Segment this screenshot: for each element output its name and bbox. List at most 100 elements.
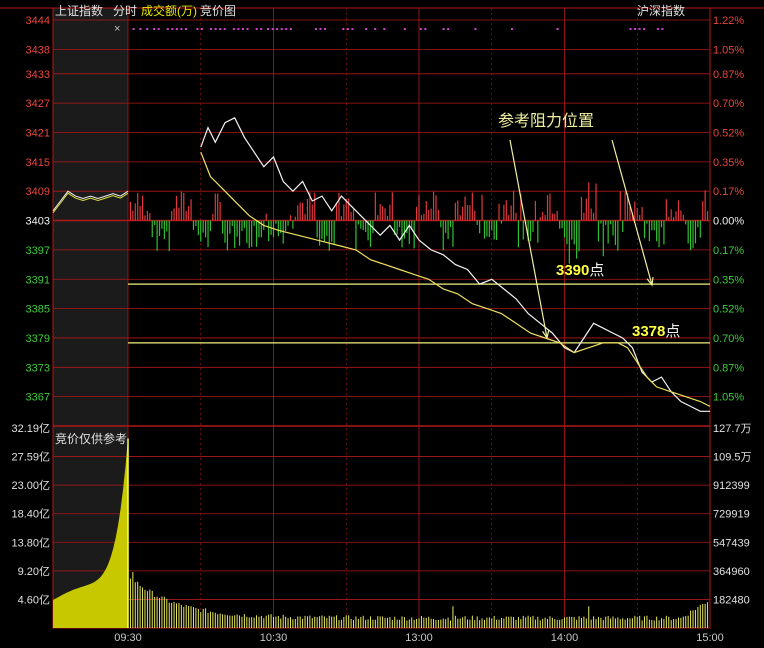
event-mark <box>285 28 288 30</box>
pct-tick-label: 0.17% <box>713 186 744 198</box>
volume-tick-right: 109.5万 <box>713 452 752 464</box>
event-mark <box>180 28 183 30</box>
price-tick-label: 3379 <box>26 333 50 345</box>
pct-tick-label: 0.52% <box>713 304 744 316</box>
level-3378-label: 3378点 <box>632 320 680 341</box>
event-mark <box>153 28 156 30</box>
event-mark <box>146 28 149 30</box>
event-mark <box>219 28 222 30</box>
pct-tick-label: 0.35% <box>713 274 744 286</box>
price-tick-label: 3397 <box>26 245 50 257</box>
volume-tick-left: 13.80亿 <box>11 536 50 549</box>
event-mark <box>556 28 559 30</box>
event-mark <box>280 28 283 30</box>
event-mark <box>200 28 203 30</box>
pct-tick-label: 0.00% <box>713 216 744 228</box>
price-tick-label: 3433 <box>26 69 50 81</box>
pct-tick-label: 0.17% <box>713 245 744 257</box>
event-mark <box>271 28 274 30</box>
event-mark <box>276 28 279 30</box>
pct-tick-label: 1.22% <box>713 15 744 27</box>
event-mark <box>214 28 217 30</box>
volume-tick-left: 4.60亿 <box>18 593 50 606</box>
event-mark <box>634 28 637 30</box>
volume-tick-right: 729919 <box>713 509 750 521</box>
event-mark <box>260 28 263 30</box>
price-tick-label: 3367 <box>26 392 50 404</box>
level-3390-unit: 点 <box>589 262 605 279</box>
event-mark <box>419 28 422 30</box>
event-mark <box>314 28 317 30</box>
volume-tick-right: 364960 <box>713 566 750 578</box>
market-selector[interactable]: 沪深指数 <box>637 2 685 19</box>
volume-tick-left: 27.59亿 <box>11 451 50 464</box>
event-mark <box>656 28 659 30</box>
time-tick-label: 14:00 <box>551 632 579 644</box>
volume-tick-left: 9.20亿 <box>18 565 50 578</box>
volume-tick-left: 23.00亿 <box>11 479 50 492</box>
event-mark <box>223 28 226 30</box>
price-tick-label: 3444 <box>26 15 50 27</box>
tab-timeshare[interactable]: 分时 <box>113 2 137 19</box>
event-mark <box>166 28 169 30</box>
event-mark <box>319 28 322 30</box>
pct-tick-label: 0.87% <box>713 69 744 81</box>
volume-tick-right: 912399 <box>713 480 750 492</box>
event-mark <box>289 28 292 30</box>
volume-tick-right: 547439 <box>713 537 750 549</box>
time-tick-label: 10:30 <box>260 632 288 644</box>
event-mark <box>629 28 632 30</box>
event-mark <box>157 28 160 30</box>
event-mark <box>184 28 187 30</box>
time-tick-label: 15:00 <box>696 632 724 644</box>
tab-turnover[interactable]: 成交额(万) <box>141 2 197 19</box>
event-mark <box>255 28 258 30</box>
price-tick-label: 3415 <box>26 157 50 169</box>
event-mark <box>638 28 641 30</box>
event-mark <box>241 28 244 30</box>
volume-tick-left: 32.19亿 <box>11 422 50 435</box>
event-mark <box>351 28 354 30</box>
time-tick-label: 09:30 <box>114 632 142 644</box>
event-mark <box>237 28 240 30</box>
level-3390-value: 3390 <box>556 262 590 279</box>
close-icon[interactable]: × <box>114 23 120 35</box>
price-tick-label: 3409 <box>26 186 50 198</box>
pct-tick-label: 0.35% <box>713 157 744 169</box>
volume-tick-right: 182480 <box>713 594 750 606</box>
event-mark <box>246 28 249 30</box>
pct-tick-label: 0.70% <box>713 98 744 110</box>
time-tick-label: 13:00 <box>405 632 433 644</box>
pct-tick-label: 1.05% <box>713 392 744 404</box>
event-mark <box>171 28 174 30</box>
event-mark <box>447 28 450 30</box>
event-mark <box>324 28 327 30</box>
event-mark <box>442 28 445 30</box>
event-mark <box>383 28 386 30</box>
price-tick-label: 3403 <box>26 216 50 228</box>
event-mark <box>365 28 368 30</box>
event-mark <box>132 28 135 30</box>
level-3390-label: 3390点 <box>556 259 604 280</box>
price-tick-label: 3438 <box>26 44 50 56</box>
volume-tick-right: 127.7万 <box>713 423 752 435</box>
price-tick-label: 3391 <box>26 274 50 286</box>
volume-tick-left: 18.40亿 <box>11 508 50 521</box>
pct-tick-label: 0.70% <box>713 333 744 345</box>
event-mark <box>510 28 513 30</box>
event-mark <box>210 28 213 30</box>
event-mark <box>643 28 646 30</box>
price-tick-label: 3421 <box>26 128 50 140</box>
event-mark <box>342 28 345 30</box>
pct-tick-label: 0.87% <box>713 362 744 374</box>
event-mark <box>196 28 199 30</box>
event-mark <box>474 28 477 30</box>
index-name[interactable]: 上证指数 <box>55 2 103 19</box>
event-mark <box>232 28 235 30</box>
event-mark <box>661 28 664 30</box>
event-mark <box>267 28 270 30</box>
pct-tick-label: 0.52% <box>713 128 744 140</box>
event-mark <box>346 28 349 30</box>
tab-auction[interactable]: 竞价图 <box>200 2 236 19</box>
level-3378-value: 3378 <box>632 323 666 340</box>
